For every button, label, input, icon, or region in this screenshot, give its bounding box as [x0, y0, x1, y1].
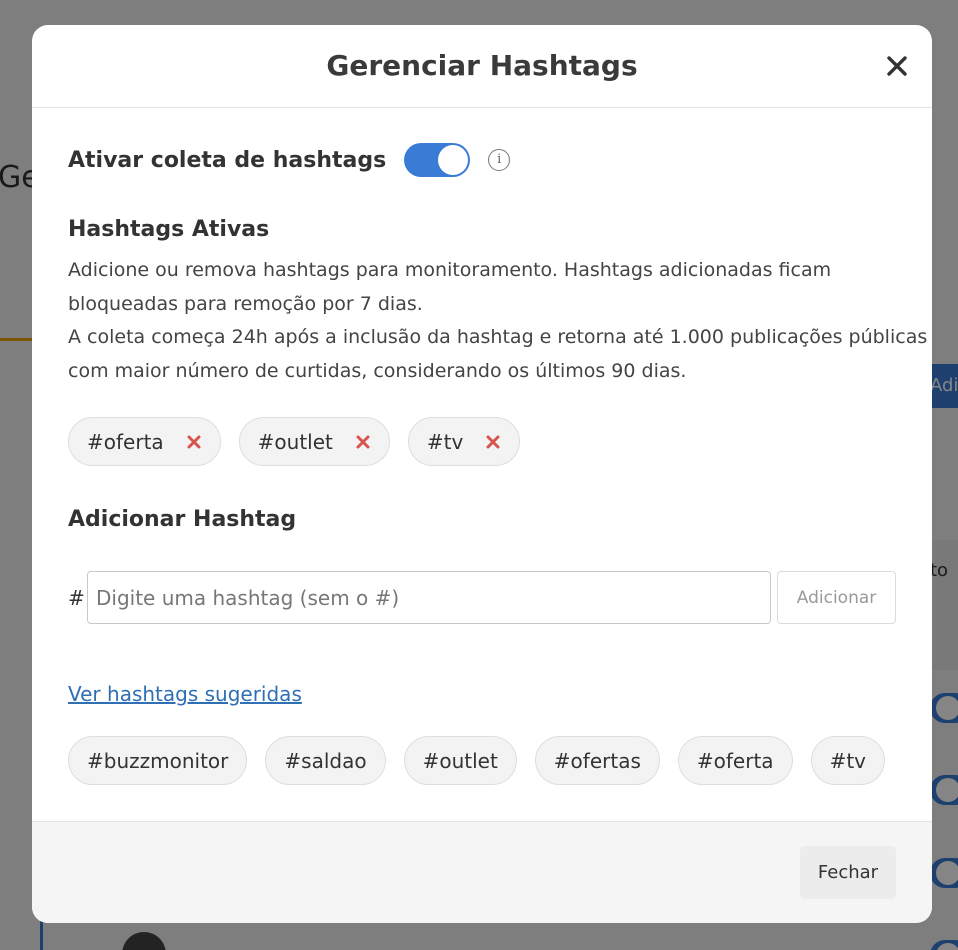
- hashtag-label: #oferta: [87, 429, 164, 454]
- description-line: bloqueadas para remoção por 7 dias.: [68, 292, 423, 315]
- collect-hashtags-toggle[interactable]: [404, 143, 471, 177]
- add-hashtag-row: # Adicionar: [68, 571, 896, 624]
- suggested-hashtag-chip[interactable]: #outlet: [403, 736, 517, 785]
- dialog-title: Gerenciar Hashtags: [326, 49, 638, 82]
- suggested-hashtag-chip[interactable]: #buzzmonitor: [68, 736, 248, 785]
- hashtag-label: #tv: [426, 429, 464, 454]
- suggested-hashtag-chip[interactable]: #saldao: [265, 736, 386, 785]
- suggested-hashtags-link[interactable]: Ver hashtags sugeridas: [68, 682, 302, 706]
- active-hashtag-chip: #outlet: [238, 417, 390, 466]
- active-hashtags-title: Hashtags Ativas: [68, 217, 270, 242]
- remove-icon[interactable]: [355, 434, 371, 450]
- close-icon[interactable]: [884, 53, 910, 79]
- collect-toggle-row: Ativar coleta de hashtags i: [68, 143, 511, 177]
- description-line: Adicione ou remova hashtags para monitor…: [68, 259, 832, 281]
- description-line: A coleta começa 24h após a inclusão da h…: [68, 326, 928, 348]
- active-hashtag-chip: #tv: [407, 417, 521, 466]
- active-hashtag-list: #oferta #outlet #tv: [68, 417, 538, 466]
- collect-toggle-label: Ativar coleta de hashtags: [68, 147, 387, 173]
- add-hashtag-title: Adicionar Hashtag: [68, 507, 297, 532]
- hash-prefix: #: [68, 585, 85, 610]
- active-hashtag-chip: #oferta: [68, 417, 221, 466]
- toggle-knob: [438, 145, 469, 175]
- hashtag-label: #outlet: [257, 429, 333, 454]
- add-button[interactable]: Adicionar: [777, 571, 896, 624]
- dialog-footer: Fechar: [32, 821, 932, 923]
- close-button[interactable]: Fechar: [800, 846, 896, 899]
- suggested-hashtag-chip[interactable]: #ofertas: [534, 736, 660, 785]
- suggested-hashtag-list: #buzzmonitor #saldao #outlet #ofertas #o…: [68, 736, 903, 785]
- suggested-hashtag-chip[interactable]: #tv: [810, 736, 885, 785]
- active-hashtags-description: Adicione ou remova hashtags para monitor…: [68, 254, 928, 388]
- suggested-hashtag-chip[interactable]: #oferta: [677, 736, 793, 785]
- hashtag-input[interactable]: [87, 571, 771, 624]
- description-line: com maior número de curtidas, consideran…: [68, 359, 687, 382]
- info-icon[interactable]: i: [488, 149, 511, 171]
- remove-icon[interactable]: [485, 434, 501, 450]
- dialog-header: Gerenciar Hashtags: [32, 25, 932, 108]
- manage-hashtags-dialog: Gerenciar Hashtags Ativar coleta de hash…: [32, 25, 932, 923]
- remove-icon[interactable]: [186, 434, 202, 450]
